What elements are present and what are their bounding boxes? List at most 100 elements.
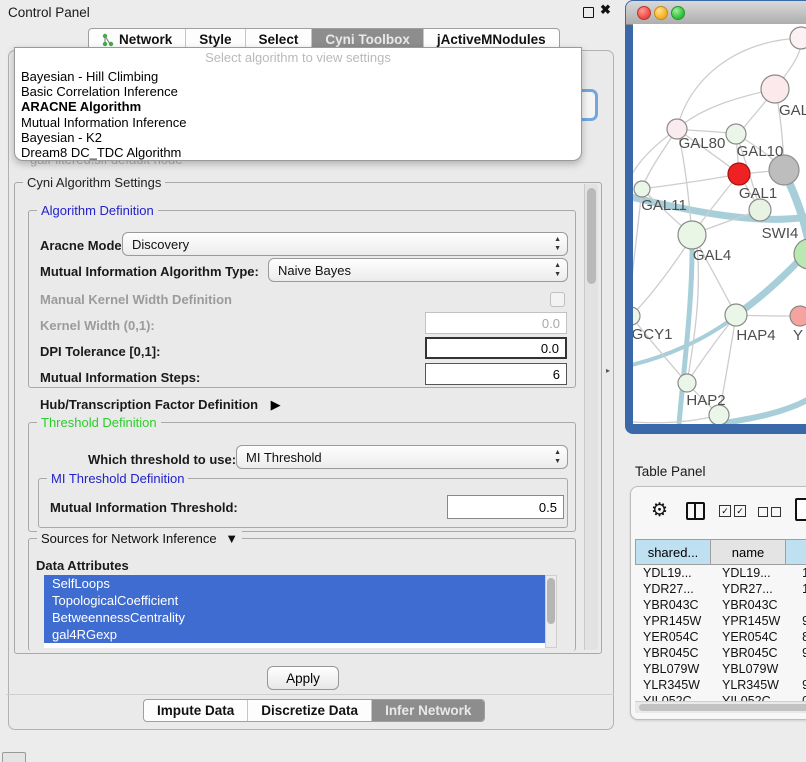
control-panel-title: Control Panel (8, 5, 90, 20)
threshold-definition-title: Threshold Definition (37, 415, 161, 430)
node-partial-top[interactable] (790, 27, 806, 49)
cell-name[interactable]: YLR345W (717, 677, 796, 693)
attributes-list-scrollbar[interactable] (545, 575, 557, 648)
mi-steps-field[interactable]: 6 (425, 363, 567, 385)
aracne-mode-combobox[interactable]: Discovery ▲▼ (122, 232, 568, 256)
node-salmon[interactable] (790, 306, 806, 326)
table-horizontal-scrollbar-thumb[interactable] (639, 704, 806, 711)
list-item-gal4rgexp[interactable]: gal4RGexp (44, 626, 557, 643)
algorithm-option-aracne[interactable]: ARACNE Algorithm (15, 99, 581, 114)
attributes-list-scrollbar-thumb[interactable] (547, 578, 555, 624)
cell-value[interactable]: 12 (796, 581, 806, 597)
cell-value[interactable]: 13 (796, 565, 806, 581)
cell-shared[interactable]: YDL19... (635, 565, 717, 581)
cell-name[interactable]: YPR145W (717, 613, 796, 629)
table-row: YIL052CYIL052C0. (635, 693, 806, 701)
close-panel-icon[interactable]: ✖ (600, 2, 611, 18)
data-attributes-list[interactable]: SelfLoops TopologicalCoefficient Between… (44, 575, 557, 648)
cell-value[interactable]: 0. (796, 693, 806, 701)
split-columns-icon[interactable] (686, 502, 705, 520)
label-swi4: SWI4 (762, 225, 799, 242)
cell-name[interactable]: YDR27... (717, 581, 796, 597)
table-row: YDR27...YDR27...12 (635, 581, 806, 597)
settings-scrollbar-thumb[interactable] (587, 188, 596, 284)
which-threshold-combobox[interactable]: MI Threshold ▲▼ (236, 445, 568, 469)
list-item-selfloops[interactable]: SelfLoops (44, 575, 557, 592)
window-close-button[interactable] (637, 6, 651, 20)
cell-shared[interactable]: YLR345W (635, 677, 717, 693)
apply-button[interactable]: Apply (267, 666, 339, 690)
table-settings-gear-icon[interactable]: ⚙ (651, 499, 668, 522)
cell-shared[interactable]: YIL052C (635, 693, 717, 701)
column-header-partial[interactable]: A (786, 539, 806, 565)
dpi-tolerance-label: DPI Tolerance [0,1]: (40, 344, 160, 359)
tab-impute-data[interactable]: Impute Data (144, 700, 248, 721)
table-toolbar: ⚙ ✓ ✓ (631, 495, 806, 531)
cell-shared[interactable]: YBR045C (635, 645, 717, 661)
label-gal: GAL (779, 102, 806, 119)
node-gal1[interactable] (728, 163, 750, 185)
cell-name[interactable]: YBR045C (717, 645, 796, 661)
cell-value[interactable]: 9. (796, 677, 806, 693)
select-all-checkbox2-icon[interactable]: ✓ (734, 505, 746, 517)
node-gal11[interactable] (634, 181, 650, 197)
cell-value[interactable]: 9. (796, 645, 806, 661)
cell-name[interactable]: YIL052C (717, 693, 796, 701)
algorithm-option-mutual-information[interactable]: Mutual Information Inference (15, 115, 581, 130)
cell-name[interactable]: YBL079W (717, 661, 796, 677)
window-zoom-button[interactable] (671, 6, 685, 20)
cell-value[interactable]: 8. (796, 629, 806, 645)
node-hap2[interactable] (678, 374, 696, 392)
node-gal4[interactable] (678, 221, 706, 249)
list-item-topologicalcoefficient[interactable]: TopologicalCoefficient (44, 592, 557, 609)
node-gcy1[interactable] (633, 307, 640, 325)
cell-name[interactable]: YDL19... (717, 565, 796, 581)
bottom-left-partial-button[interactable] (2, 752, 26, 762)
cell-shared[interactable]: YER054C (635, 629, 717, 645)
node-hap4[interactable] (725, 304, 747, 326)
table-horizontal-scrollbar[interactable] (635, 701, 806, 713)
algorithm-option-bayesian-hill-climbing[interactable]: Bayesian - Hill Climbing (15, 69, 581, 84)
aracne-mode-value: Discovery (132, 237, 189, 252)
node-gal-partial[interactable] (761, 75, 789, 103)
window-minimize-button[interactable] (654, 6, 668, 20)
mi-threshold-field[interactable]: 0.5 (447, 495, 564, 519)
cell-shared[interactable]: YPR145W (635, 613, 717, 629)
cell-shared[interactable]: YBL079W (635, 661, 717, 677)
cell-value[interactable]: 9. (796, 613, 806, 629)
deselect-checkbox2-icon[interactable] (771, 507, 781, 517)
algorithm-option-dream8[interactable]: Dream8 DC_TDC Algorithm (15, 145, 581, 160)
network-view-window[interactable]: GAL GAL80 GAL10 GAL1 GAL11 SWI4 GAL4 GCY… (625, 0, 806, 434)
float-panel-icon[interactable] (583, 7, 594, 18)
settings-scrollbar[interactable] (584, 184, 598, 650)
deselect-checkbox-icon[interactable] (758, 507, 768, 517)
algorithm-option-basic-correlation[interactable]: Basic Correlation Inference (15, 84, 581, 99)
mi-algorithm-type-combobox[interactable]: Naive Bayes ▲▼ (268, 258, 568, 282)
network-window-titlebar[interactable] (626, 1, 806, 25)
sources-title-wrap[interactable]: Sources for Network Inference ▼ (37, 531, 242, 546)
cell-name[interactable]: YER054C (717, 629, 796, 645)
hub-definition-section[interactable]: Hub/Transcription Factor Definition ▶ (40, 396, 281, 414)
network-graph[interactable]: GAL GAL80 GAL10 GAL1 GAL11 SWI4 GAL4 GCY… (633, 24, 806, 424)
cell-shared[interactable]: YDR27... (635, 581, 717, 597)
node-swi4[interactable] (749, 199, 771, 221)
manual-kernel-width-checkbox[interactable] (550, 292, 565, 307)
cell-value[interactable] (796, 661, 806, 677)
select-all-checkbox-icon[interactable]: ✓ (719, 505, 731, 517)
cell-shared[interactable]: YBR043C (635, 597, 717, 613)
list-item-betweennesscentrality[interactable]: BetweennessCentrality (44, 609, 557, 626)
new-document-icon[interactable] (795, 498, 806, 521)
node-gal10[interactable] (726, 124, 746, 144)
cell-name[interactable]: YBR043C (717, 597, 796, 613)
panel-splitter-handle[interactable]: ▸ (606, 366, 610, 375)
kernel-width-field[interactable]: 0.0 (425, 312, 567, 334)
cell-value[interactable] (796, 597, 806, 613)
tab-discretize-data[interactable]: Discretize Data (248, 700, 372, 721)
column-header-shared-name[interactable]: shared... (635, 539, 711, 565)
table-body[interactable]: YDL19...YDL19...13 YDR27...YDR27...12 YB… (635, 565, 806, 701)
tab-infer-network[interactable]: Infer Network (372, 700, 484, 721)
dpi-tolerance-field[interactable]: 0.0 (425, 337, 567, 359)
algorithm-option-bayesian-k2[interactable]: Bayesian - K2 (15, 130, 581, 145)
network-canvas[interactable]: GAL GAL80 GAL10 GAL1 GAL11 SWI4 GAL4 GCY… (633, 24, 806, 424)
column-header-name[interactable]: name (711, 539, 786, 565)
